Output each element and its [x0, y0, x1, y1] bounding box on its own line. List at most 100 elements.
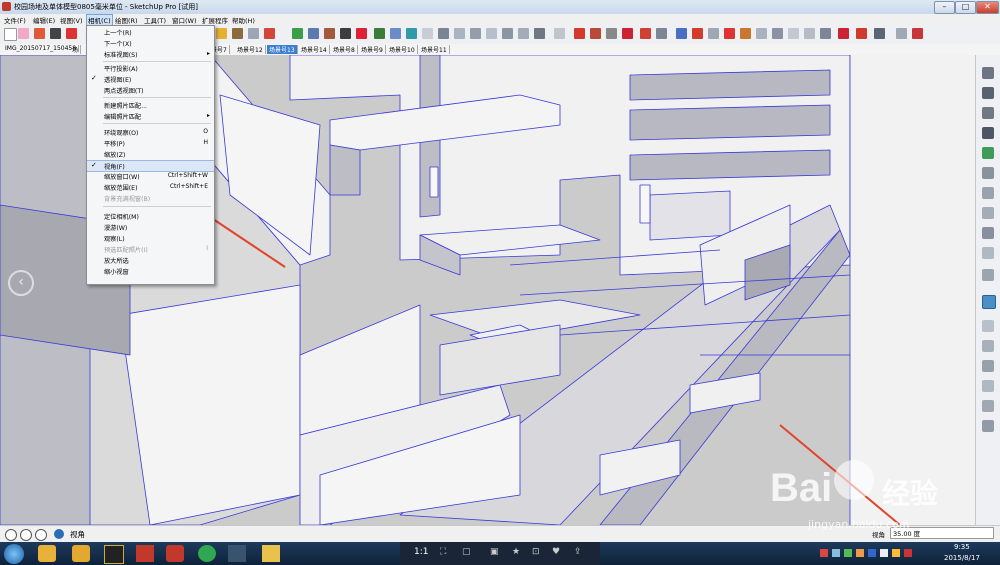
- house-icon[interactable]: [982, 360, 994, 372]
- menu-item-next[interactable]: 下一个(X): [87, 38, 214, 49]
- xray-icon[interactable]: [534, 28, 545, 39]
- select-tool-icon[interactable]: [4, 28, 17, 41]
- shadows-icon[interactable]: [804, 28, 815, 39]
- scale-tool-icon[interactable]: [606, 28, 617, 39]
- menu-item-previous[interactable]: 上一个(R): [87, 27, 214, 38]
- scene-tab[interactable]: 场: [70, 45, 82, 54]
- volume-icon[interactable]: [880, 549, 888, 557]
- style-icon[interactable]: [982, 87, 994, 99]
- layout-send-icon[interactable]: [912, 28, 923, 39]
- tray-icon[interactable]: [892, 549, 900, 557]
- dimension-tool-icon[interactable]: [232, 28, 243, 39]
- menu-item-standard-views[interactable]: 标准视图(S) ▸: [87, 49, 214, 60]
- tray-icon[interactable]: [856, 549, 864, 557]
- clock-date[interactable]: 2015/8/17: [944, 554, 980, 562]
- menu-item-parallel-projection[interactable]: 平行投影(A): [87, 63, 214, 74]
- style-icon[interactable]: [982, 67, 994, 79]
- geo-location-icon[interactable]: [5, 529, 17, 541]
- menu-edit[interactable]: 编辑(E): [33, 15, 55, 25]
- text-tool-icon[interactable]: [248, 28, 259, 39]
- pencil-tool-icon[interactable]: [34, 28, 45, 39]
- scene-tab[interactable]: 场景号14: [299, 45, 330, 54]
- view-icon[interactable]: [982, 187, 994, 199]
- generate-report-icon[interactable]: [896, 28, 907, 39]
- view-front-icon[interactable]: [470, 28, 481, 39]
- menu-item-perspective[interactable]: ✓ 透视图(E): [87, 74, 214, 85]
- style-icon[interactable]: [982, 127, 994, 139]
- minimize-button[interactable]: –: [934, 1, 955, 14]
- menu-item-zoom-extents[interactable]: 缩放范围(E) Ctrl+Shift+E: [87, 182, 214, 193]
- menu-item-new-match-photo[interactable]: 新建照片匹配...: [87, 100, 214, 111]
- tray-icon[interactable]: [904, 549, 912, 557]
- view-icon[interactable]: [982, 227, 994, 239]
- stamp-icon[interactable]: [708, 28, 719, 39]
- iso-view-icon[interactable]: [982, 295, 996, 309]
- scene-tab[interactable]: 场景号8: [331, 45, 358, 54]
- taskbar-app-icon[interactable]: [136, 545, 154, 562]
- tray-icon[interactable]: [844, 549, 852, 557]
- rotate-tool-icon[interactable]: [622, 28, 633, 39]
- help-icon[interactable]: [54, 529, 64, 539]
- style-icon[interactable]: [982, 107, 994, 119]
- menu-item-pan[interactable]: 平移(P) H: [87, 138, 214, 149]
- view-icon[interactable]: [982, 320, 994, 332]
- arc-tool-icon[interactable]: [66, 28, 77, 39]
- view-icon[interactable]: [982, 269, 994, 281]
- eraser-tool-icon[interactable]: [18, 28, 29, 39]
- push-pull-icon[interactable]: [656, 28, 667, 39]
- menu-help[interactable]: 帮助(H): [232, 15, 255, 25]
- tray-icon[interactable]: [820, 549, 828, 557]
- line-tool-icon[interactable]: [50, 28, 61, 39]
- zoom-tool-icon[interactable]: [324, 28, 335, 39]
- menu-item-zoom-selection[interactable]: 放大所选: [87, 255, 214, 266]
- scene-tab[interactable]: 场景号11: [419, 45, 450, 54]
- clock-time[interactable]: 9:35: [954, 543, 970, 551]
- view-top-icon[interactable]: [454, 28, 465, 39]
- menu-item-zoom-window[interactable]: 缩放窗口(W) Ctrl+Shift+W: [87, 171, 214, 182]
- maximize-button[interactable]: □: [955, 1, 976, 14]
- menu-item-zoom[interactable]: 缩放(Z): [87, 149, 214, 160]
- orbit-tool-icon[interactable]: [292, 28, 303, 39]
- share-model-icon[interactable]: [874, 28, 885, 39]
- share-icon[interactable]: ⇪: [574, 547, 582, 557]
- extension-icon[interactable]: [982, 147, 994, 159]
- taskbar-app-icon[interactable]: [198, 545, 216, 562]
- section-plane-icon[interactable]: [422, 28, 433, 39]
- menu-draw[interactable]: 绘图(R): [115, 15, 138, 25]
- like-icon[interactable]: ♥: [552, 547, 560, 557]
- taskbar-app-icon[interactable]: [38, 545, 56, 562]
- styles-icon[interactable]: [772, 28, 783, 39]
- scene-tab[interactable]: IMG_20150717_150458: [3, 45, 80, 52]
- menu-extensions[interactable]: 扩展程序: [202, 15, 228, 25]
- menu-item-look-around[interactable]: 观察(L): [87, 233, 214, 244]
- folder-icon[interactable]: [262, 545, 280, 562]
- walk-tool-icon[interactable]: [374, 28, 385, 39]
- close-button[interactable]: ✕: [976, 1, 999, 14]
- look-around-icon[interactable]: [390, 28, 401, 39]
- menu-view[interactable]: 视图(V): [60, 15, 83, 25]
- menu-file[interactable]: 文件(F): [4, 15, 26, 25]
- follow-me-icon[interactable]: [574, 28, 585, 39]
- view-icon[interactable]: [982, 340, 994, 352]
- fit-icon[interactable]: ⛶: [440, 547, 446, 557]
- zoom-window-icon[interactable]: [340, 28, 351, 39]
- view-icon[interactable]: [982, 247, 994, 259]
- pan-tool-icon[interactable]: [308, 28, 319, 39]
- tape-tool-icon[interactable]: [216, 28, 227, 39]
- view-icon[interactable]: [982, 207, 994, 219]
- scene-tab[interactable]: 场景号9: [359, 45, 386, 54]
- menu-item-orbit[interactable]: 环绕观察(O) O: [87, 127, 214, 138]
- menu-item-edit-match-photo[interactable]: 编辑照片匹配 ▸: [87, 111, 214, 122]
- view-back-icon[interactable]: [502, 28, 513, 39]
- menu-item-walk[interactable]: 漫游(W): [87, 222, 214, 233]
- materials-icon[interactable]: [756, 28, 767, 39]
- axes-tool-icon[interactable]: [264, 28, 275, 39]
- taskbar-app-icon[interactable]: [228, 545, 246, 562]
- fullscreen-icon[interactable]: ▢: [462, 547, 471, 557]
- credits-icon[interactable]: [20, 529, 32, 541]
- components-icon[interactable]: [740, 28, 751, 39]
- warehouse-icon[interactable]: [838, 28, 849, 39]
- view-iso-icon[interactable]: [438, 28, 449, 39]
- tray-icon[interactable]: [832, 549, 840, 557]
- taskbar-app-icon[interactable]: [104, 545, 124, 564]
